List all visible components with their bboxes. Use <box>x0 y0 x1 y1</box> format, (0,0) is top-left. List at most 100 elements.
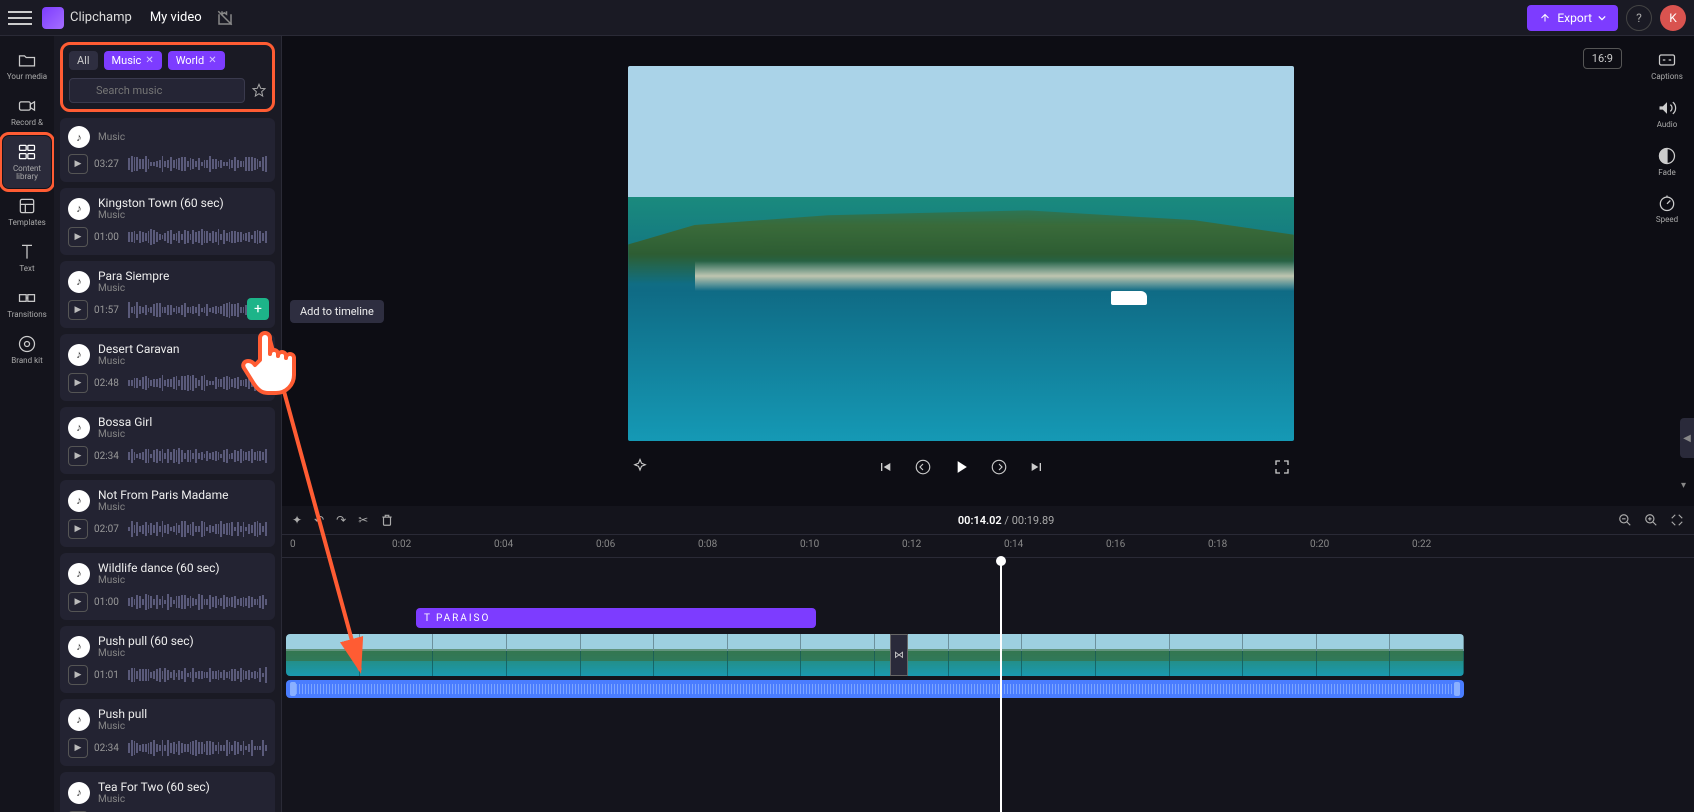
transitions-icon <box>17 288 37 308</box>
waveform-preview <box>128 666 267 684</box>
right-sidebar-item-audio[interactable]: Audio <box>1643 92 1691 136</box>
track-title: Bossa Girl <box>98 415 267 429</box>
expand-panel-tab[interactable]: ◀ <box>1680 418 1694 458</box>
delete-button[interactable] <box>380 513 394 527</box>
remove-chip-icon[interactable]: ✕ <box>208 55 216 66</box>
track-category: Music <box>98 429 267 440</box>
filter-chip-music[interactable]: Music✕ <box>104 51 162 70</box>
filter-chip-world[interactable]: World✕ <box>168 51 225 70</box>
preview-play-button[interactable]: ▶ <box>68 300 88 320</box>
split-button[interactable]: ✂ <box>358 513 368 527</box>
text-clip[interactable]: T PARAISO <box>416 608 816 628</box>
sidebar-item-content-library[interactable]: Content library <box>3 136 51 189</box>
preview-area: 16:9 <box>282 36 1640 506</box>
preview-play-button[interactable]: ▶ <box>68 519 88 539</box>
right-sidebar-item-captions[interactable]: Captions <box>1643 44 1691 88</box>
video-frame-thumb <box>286 634 360 676</box>
fullscreen-button[interactable] <box>1270 455 1294 479</box>
brand-kit-icon <box>17 334 37 354</box>
fit-timeline-button[interactable] <box>1670 513 1684 527</box>
ruler-tick: 0:14 <box>1004 539 1023 550</box>
video-frame-thumb <box>654 634 728 676</box>
video-track[interactable] <box>286 634 1464 676</box>
templates-icon <box>17 196 37 216</box>
track-duration: 02:48 <box>94 378 122 389</box>
zoom-in-button[interactable] <box>1644 513 1658 527</box>
playhead[interactable] <box>1000 558 1002 812</box>
music-track-item[interactable]: ♪ Kingston Town (60 sec) Music ▶ 01:00 <box>60 188 275 255</box>
magic-tool-icon[interactable]: ✦ <box>292 513 302 527</box>
search-input[interactable] <box>69 78 245 103</box>
right-sidebar-item-speed[interactable]: Speed <box>1643 187 1691 231</box>
redo-button[interactable]: ↷ <box>336 513 346 527</box>
track-list[interactable]: ♪ Music ▶ 03:27 ♪ Kingston Town (60 sec)… <box>54 118 281 812</box>
ruler-tick: 0:02 <box>392 539 411 550</box>
skip-back-button[interactable] <box>873 455 897 479</box>
music-track-item[interactable]: ♪ Wildlife dance (60 sec) Music ▶ 01:00 <box>60 553 275 620</box>
undo-button[interactable]: ↶ <box>314 513 324 527</box>
premium-filter-icon[interactable] <box>251 83 267 99</box>
sidebar-item-text[interactable]: Text <box>3 236 51 280</box>
timeline-tracks[interactable]: T PARAISO ⋈ <box>282 558 1694 812</box>
music-track-item[interactable]: ♪ Bossa Girl Music ▶ 02:34 <box>60 407 275 474</box>
music-note-icon: ♪ <box>68 636 90 658</box>
ruler-tick: 0:08 <box>698 539 717 550</box>
timeline-ruler[interactable]: 00:020:040:060:080:100:120:140:160:180:2… <box>282 534 1694 558</box>
ai-enhance-icon[interactable] <box>628 455 652 479</box>
preview-play-button[interactable]: ▶ <box>68 373 88 393</box>
sidebar-item-templates[interactable]: Templates <box>3 190 51 234</box>
preview-play-button[interactable]: ▶ <box>68 665 88 685</box>
music-track-item[interactable]: ♪ Push pull Music ▶ 02:34 <box>60 699 275 766</box>
transition-marker[interactable]: ⋈ <box>890 634 908 676</box>
track-duration: 03:27 <box>94 159 122 170</box>
right-sidebar-item-fade[interactable]: Fade <box>1643 140 1691 184</box>
waveform-preview <box>128 593 267 611</box>
chevron-down-icon <box>1598 14 1606 22</box>
music-track-item[interactable]: ♪ Not From Paris Madame Music ▶ 02:07 <box>60 480 275 547</box>
project-name[interactable]: My video <box>150 10 202 25</box>
export-button[interactable]: Export <box>1527 5 1618 31</box>
sidebar-item-transitions[interactable]: Transitions <box>3 282 51 326</box>
video-frame-thumb <box>875 634 949 676</box>
video-frame-thumb <box>433 634 507 676</box>
step-back-button[interactable] <box>911 455 935 479</box>
sidebar-item-your-media[interactable]: Your media <box>3 44 51 88</box>
add-to-timeline-button[interactable]: + <box>247 298 269 320</box>
collapse-timeline-button[interactable]: ▾ <box>1681 480 1686 491</box>
music-track-item[interactable]: ♪ Push pull (60 sec) Music ▶ 01:01 <box>60 626 275 693</box>
clipchamp-logo <box>42 7 64 29</box>
track-category: Music <box>98 648 267 659</box>
music-track-item[interactable]: ♪ Tea For Two (60 sec) Music ▶ <box>60 772 275 812</box>
preview-play-button[interactable]: ▶ <box>68 738 88 758</box>
video-frame-thumb <box>360 634 434 676</box>
video-frame-thumb <box>728 634 802 676</box>
filter-chip-all[interactable]: All <box>69 51 98 70</box>
sidebar-label: Speed <box>1656 216 1678 225</box>
text-icon <box>17 242 37 262</box>
zoom-out-button[interactable] <box>1618 513 1632 527</box>
track-category: Music <box>98 794 267 805</box>
sidebar-item-brand-kit[interactable]: Brand kit <box>3 328 51 372</box>
step-forward-button[interactable] <box>987 455 1011 479</box>
music-track-item[interactable]: ♪ Desert Caravan Music ▶ 02:48 <box>60 334 275 401</box>
preview-play-button[interactable]: ▶ <box>68 592 88 612</box>
sidebar-item-record[interactable]: Record & <box>3 90 51 134</box>
music-track-item[interactable]: ♪ Para Siempre Music ▶ 01:57 + <box>60 261 275 328</box>
preview-play-button[interactable]: ▶ <box>68 154 88 174</box>
video-preview[interactable] <box>628 66 1294 441</box>
audio-clip-handle-right[interactable] <box>1454 682 1460 696</box>
audio-track[interactable] <box>286 680 1464 698</box>
help-button[interactable]: ? <box>1626 5 1652 31</box>
skip-forward-button[interactable] <box>1025 455 1049 479</box>
timeline-area: ▾ ✦ ↶ ↷ ✂ 00:14.02 / 00:19.89 00:020:040… <box>282 506 1694 812</box>
play-button[interactable] <box>949 455 973 479</box>
menu-button[interactable] <box>8 6 32 30</box>
user-avatar[interactable]: K <box>1660 5 1686 31</box>
preview-play-button[interactable]: ▶ <box>68 446 88 466</box>
aspect-ratio-badge[interactable]: 16:9 <box>1583 48 1622 69</box>
preview-play-button[interactable]: ▶ <box>68 227 88 247</box>
music-track-item[interactable]: ♪ Music ▶ 03:27 <box>60 118 275 182</box>
ruler-tick: 0:06 <box>596 539 615 550</box>
remove-chip-icon[interactable]: ✕ <box>145 55 153 66</box>
text-icon: T <box>424 613 432 624</box>
